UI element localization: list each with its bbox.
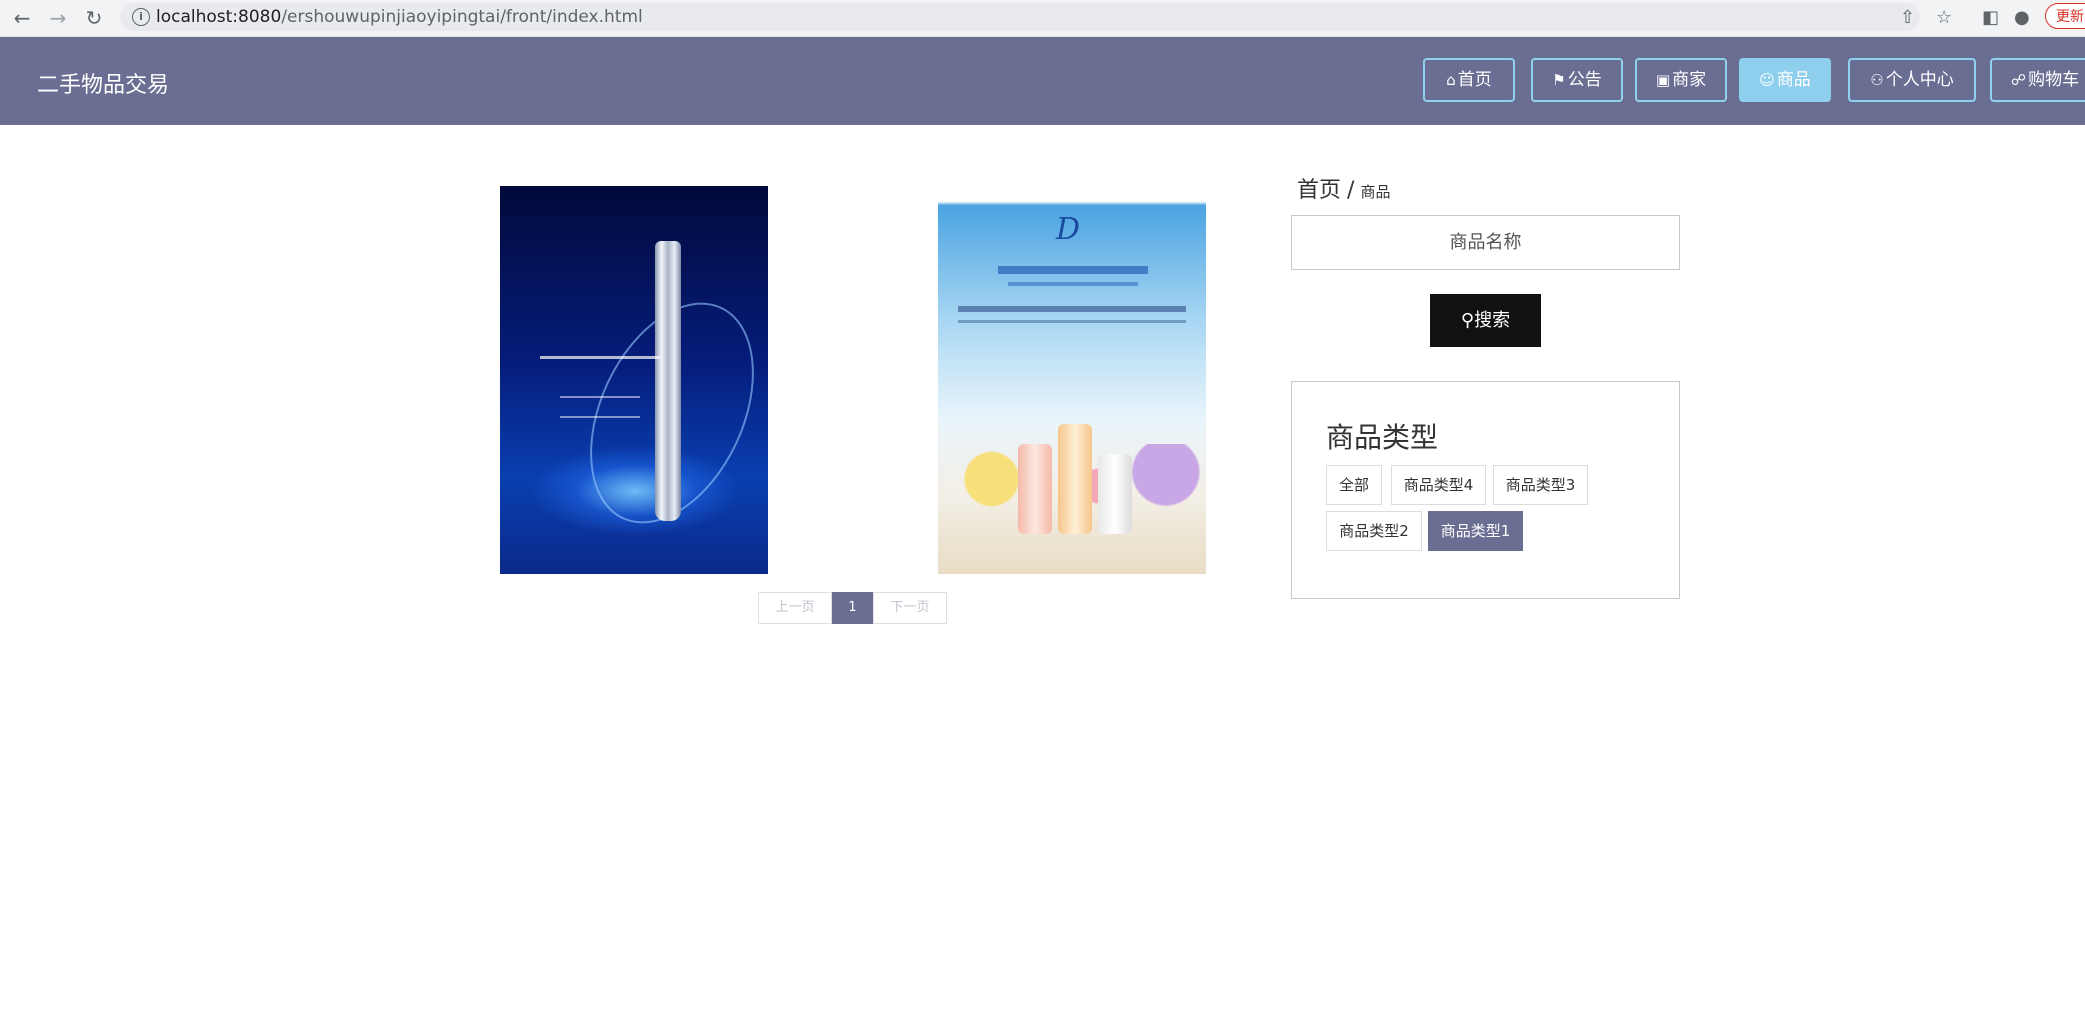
profile-icon[interactable]: ●: [2014, 7, 2030, 28]
category-tag-all[interactable]: 全部: [1326, 465, 1382, 505]
flag-icon: ⚑: [1552, 71, 1566, 89]
search-button[interactable]: ⚲搜索: [1430, 294, 1541, 347]
star-icon[interactable]: ☆: [1936, 7, 1952, 28]
search-input[interactable]: [1291, 215, 1680, 270]
nav-merchant[interactable]: ▣ 商家: [1635, 58, 1727, 102]
nav-goods-label: 商品: [1776, 70, 1811, 90]
image-text-line: [560, 396, 640, 398]
home-icon: ⌂: [1446, 71, 1456, 89]
breadcrumb-current: 商品: [1360, 183, 1391, 201]
url-path: /ershouwupinjiaoyipingtai/front/index.ht…: [281, 7, 643, 27]
share-icon[interactable]: ⇧: [1900, 7, 1915, 28]
category-tag-4[interactable]: 商品类型4: [1391, 465, 1486, 505]
back-arrow-icon[interactable]: ←: [10, 6, 34, 30]
category-title: 商品类型: [1326, 421, 1439, 454]
user-icon: ⚇: [1870, 71, 1884, 89]
nav-goods[interactable]: ☺ 商品: [1739, 58, 1831, 102]
gift-icon: ▣: [1655, 71, 1671, 89]
image-text-line: [958, 306, 1186, 312]
image-bottle: [1018, 444, 1052, 534]
image-bottle: [1058, 424, 1092, 534]
image-text-line: [1008, 282, 1138, 286]
site-title: 二手物品交易: [37, 73, 170, 98]
site-header: 二手物品交易 ⌂ 首页 ⚑ 公告 ▣ 商家 ☺ 商品 ⚇ 个人中心 ☍ 购物车: [0, 37, 2085, 125]
breadcrumb: 首页 / 商品: [1297, 172, 1390, 204]
cart-icon: ☍: [2010, 71, 2027, 89]
nav-user-center[interactable]: ⚇ 个人中心: [1848, 58, 1976, 102]
prev-page-button[interactable]: 上一页: [758, 592, 832, 624]
image-text-line: [958, 320, 1186, 323]
image-logo: D: [1056, 212, 1081, 247]
image-text-line: [560, 416, 640, 418]
product-image-1[interactable]: [500, 186, 768, 574]
nav-user-center-label: 个人中心: [1885, 70, 1954, 90]
forward-arrow-icon[interactable]: →: [46, 6, 70, 30]
nav-home[interactable]: ⌂ 首页: [1423, 58, 1515, 102]
update-button[interactable]: 更新: [2045, 3, 2085, 29]
image-text-line: [998, 266, 1148, 274]
category-tag-2[interactable]: 商品类型2: [1326, 511, 1422, 551]
nav-notice[interactable]: ⚑ 公告: [1531, 58, 1623, 102]
search-icon: ⚲: [1460, 310, 1475, 331]
breadcrumb-home[interactable]: 首页: [1297, 178, 1341, 203]
product-image-2[interactable]: D: [938, 186, 1206, 574]
browser-toolbar: ← → ↻ i localhost:8080/ershouwupinjiaoyi…: [0, 0, 2085, 37]
nav-merchant-label: 商家: [1672, 70, 1707, 90]
nav-cart[interactable]: ☍ 购物车: [1990, 58, 2085, 102]
category-tag-3[interactable]: 商品类型3: [1493, 465, 1588, 505]
image-text-line: [540, 356, 660, 359]
reload-icon[interactable]: ↻: [82, 6, 106, 30]
category-tag-1[interactable]: 商品类型1: [1428, 511, 1523, 551]
category-panel: 商品类型 全部 商品类型4 商品类型3 商品类型2 商品类型1: [1291, 381, 1680, 599]
image-tube: [655, 241, 681, 521]
address-url: localhost:8080/ershouwupinjiaoyipingtai/…: [156, 7, 643, 27]
side-panel-icon[interactable]: ◧: [1982, 7, 1999, 28]
url-host: localhost:8080: [156, 7, 282, 27]
nav-cart-label: 购物车: [2028, 70, 2080, 90]
nav-notice-label: 公告: [1567, 70, 1602, 90]
pagination: 上一页 1 下一页: [758, 592, 947, 624]
address-bar[interactable]: i localhost:8080/ershouwupinjiaoyipingta…: [120, 3, 1920, 31]
search-button-label: 搜索: [1474, 310, 1511, 331]
breadcrumb-separator: /: [1347, 178, 1355, 203]
site-info-icon[interactable]: i: [132, 8, 150, 26]
smile-icon: ☺: [1759, 71, 1775, 89]
page-number-button[interactable]: 1: [832, 592, 873, 624]
image-bottle: [1098, 454, 1132, 534]
nav-home-label: 首页: [1457, 70, 1492, 90]
next-page-button[interactable]: 下一页: [873, 592, 947, 624]
